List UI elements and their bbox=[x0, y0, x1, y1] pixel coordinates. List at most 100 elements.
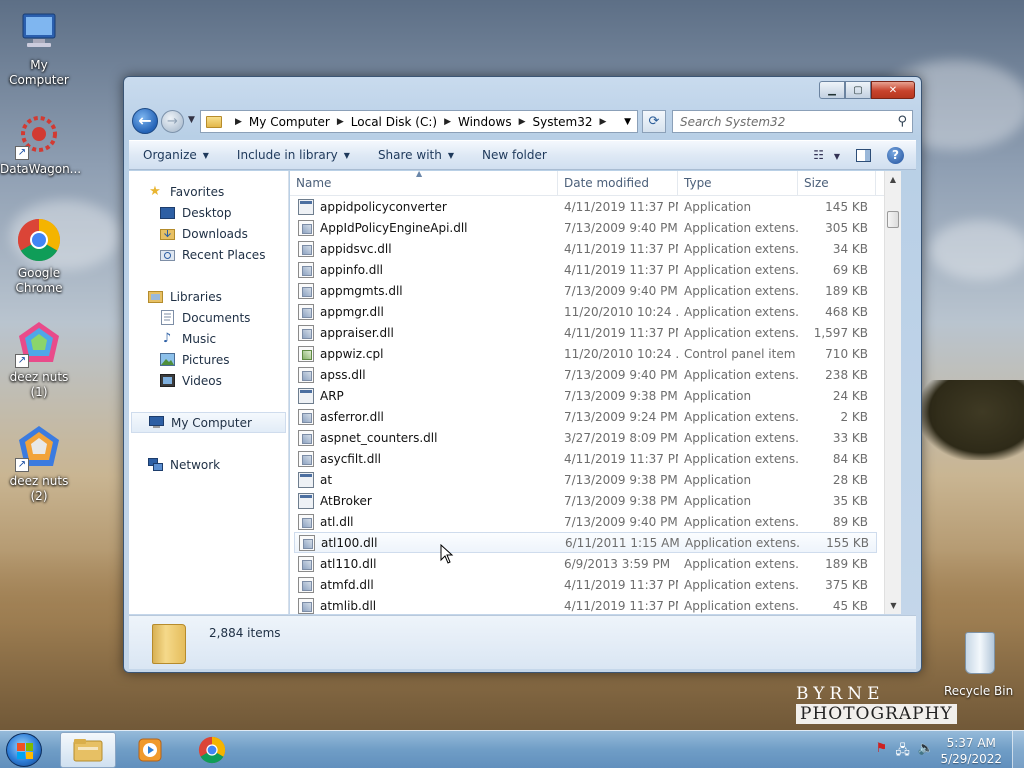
file-row[interactable]: appraiser.dll 4/11/2019 11:37 PM Applicati… bbox=[294, 322, 877, 343]
taskbar-clock[interactable]: 5:37 AM 5/29/2022 bbox=[940, 735, 1002, 767]
scrollbar-thumb[interactable] bbox=[887, 211, 899, 228]
watermark-text: PHOTOGRAPHY bbox=[796, 704, 957, 724]
file-row[interactable]: asferror.dll 7/13/2009 9:24 PM Application… bbox=[294, 406, 877, 427]
file-name-cell: atl.dll bbox=[294, 513, 558, 530]
details-view-icon: ☷ bbox=[813, 148, 825, 162]
breadcrumb-separator-icon[interactable]: ▶ bbox=[444, 117, 451, 127]
desktop-icon-recycle-bin[interactable] bbox=[940, 632, 1020, 676]
file-row[interactable]: AppIdPolicyEngineApi.dll 7/13/2009 9:40 P… bbox=[294, 217, 877, 238]
back-button[interactable]: ← bbox=[132, 108, 158, 134]
column-header-type[interactable]: Type bbox=[678, 171, 798, 196]
search-input[interactable] bbox=[673, 111, 883, 132]
share-with-button[interactable]: Share with ▼ bbox=[364, 148, 468, 162]
nav-libraries[interactable]: Libraries bbox=[129, 286, 288, 307]
desktop-icon-deez-nuts-1[interactable]: ↗ deez nuts (1) bbox=[0, 320, 78, 400]
taskbar-media-player-button[interactable] bbox=[122, 732, 178, 768]
file-size: 1,597 KB bbox=[813, 325, 868, 340]
desktop-icon-deez-nuts-2[interactable]: ↗ deez nuts (2) bbox=[0, 424, 78, 504]
file-size: 189 KB bbox=[825, 283, 868, 298]
start-button[interactable] bbox=[6, 733, 42, 767]
nav-item-downloads[interactable]: Downloads bbox=[129, 223, 288, 244]
file-name-cell: at bbox=[294, 471, 558, 488]
breadcrumb-local-disk[interactable]: Local Disk (C:) bbox=[351, 115, 437, 129]
file-row[interactable]: atl110.dll 6/9/2013 3:59 PM Application ex… bbox=[294, 553, 877, 574]
recent-pages-dropdown[interactable]: ▼ bbox=[188, 115, 195, 125]
new-folder-button[interactable]: New folder bbox=[468, 148, 561, 162]
nav-favorites[interactable]: ★ Favorites bbox=[129, 181, 288, 202]
forward-button[interactable]: → bbox=[161, 110, 184, 133]
file-date: 4/11/2019 11:37 PM bbox=[564, 577, 678, 592]
file-row[interactable]: appmgmts.dll 7/13/2009 9:40 PM Application… bbox=[294, 280, 877, 301]
minimize-button[interactable]: ▁ bbox=[819, 81, 845, 99]
address-dropdown-icon[interactable]: ▼ bbox=[624, 117, 631, 127]
address-bar[interactable]: ▶ My Computer ▶ Local Disk (C:) ▶ Window… bbox=[200, 110, 638, 133]
file-row[interactable]: at 7/13/2009 9:38 PM Application 28 KB bbox=[294, 469, 877, 490]
file-row[interactable]: aspnet_counters.dll 3/27/2019 8:09 PM Appl… bbox=[294, 427, 877, 448]
taskbar-chrome-button[interactable] bbox=[184, 732, 240, 768]
breadcrumb-windows[interactable]: Windows bbox=[458, 115, 512, 129]
action-center-flag-icon[interactable]: ⚑ bbox=[876, 741, 888, 763]
nav-label: Music bbox=[182, 331, 217, 346]
nav-network[interactable]: Network bbox=[129, 454, 288, 475]
file-row[interactable]: appidpolicyconverter 4/11/2019 11:37 PM Ap… bbox=[294, 196, 877, 217]
recycle-bin-label: Recycle Bin bbox=[944, 684, 1014, 698]
file-row[interactable]: appwiz.cpl 11/20/2010 10:24 ... Control pa… bbox=[294, 343, 877, 364]
vertical-scrollbar[interactable]: ▲ ▼ bbox=[884, 171, 901, 614]
nav-item-music[interactable]: ♪ Music bbox=[129, 328, 288, 349]
nav-item-recent-places[interactable]: Recent Places bbox=[129, 244, 288, 265]
column-header-size[interactable]: Size bbox=[798, 171, 876, 196]
close-button[interactable]: ✕ bbox=[871, 81, 915, 99]
file-name: atmfd.dll bbox=[320, 577, 374, 592]
network-tray-icon[interactable]: 🖧 bbox=[895, 741, 910, 763]
breadcrumb-separator-icon[interactable]: ▶ bbox=[337, 117, 344, 127]
exe-file-icon bbox=[298, 198, 314, 215]
breadcrumb-my-computer[interactable]: My Computer bbox=[249, 115, 330, 129]
file-name: appwiz.cpl bbox=[320, 346, 384, 361]
breadcrumb-separator-icon[interactable]: ▶ bbox=[600, 117, 607, 127]
refresh-button[interactable]: ⟳ bbox=[642, 110, 666, 133]
nav-item-desktop[interactable]: Desktop bbox=[129, 202, 288, 223]
breadcrumb-separator-icon[interactable]: ▶ bbox=[519, 117, 526, 127]
file-row[interactable]: appinfo.dll 4/11/2019 11:37 PM Application… bbox=[294, 259, 877, 280]
desktop-icon-my-computer[interactable]: My Computer bbox=[0, 8, 78, 88]
file-row[interactable]: atmlib.dll 4/11/2019 11:37 PM Application … bbox=[294, 595, 877, 614]
nav-item-videos[interactable]: Videos bbox=[129, 370, 288, 391]
column-header-name[interactable]: ▲ Name bbox=[290, 171, 558, 196]
search-icon[interactable]: ⚲ bbox=[897, 114, 907, 129]
nav-item-documents[interactable]: Documents bbox=[129, 307, 288, 328]
libraries-icon bbox=[147, 289, 163, 305]
volume-icon[interactable]: 🔈 bbox=[918, 741, 934, 763]
breadcrumb-separator-icon[interactable]: ▶ bbox=[235, 117, 242, 127]
nav-network-group: Network bbox=[129, 454, 288, 475]
breadcrumb-system32[interactable]: System32 bbox=[533, 115, 593, 129]
file-row[interactable]: appidsvc.dll 4/11/2019 11:37 PM Applicatio… bbox=[294, 238, 877, 259]
desktop-icon-datawagon[interactable]: ↗ DataWagon... bbox=[0, 112, 81, 177]
nav-my-computer[interactable]: My Computer bbox=[131, 412, 286, 433]
column-header-date-modified[interactable]: Date modified bbox=[558, 171, 678, 196]
organize-button[interactable]: Organize ▼ bbox=[129, 148, 223, 162]
maximize-button[interactable]: ▢ bbox=[845, 81, 871, 99]
file-row[interactable]: appmgr.dll 11/20/2010 10:24 ... Applicatio… bbox=[294, 301, 877, 322]
nav-computer-group: My Computer bbox=[129, 412, 288, 433]
scroll-down-icon[interactable]: ▼ bbox=[885, 597, 901, 614]
help-icon[interactable]: ? bbox=[887, 146, 904, 164]
change-view-button[interactable]: ☷ ▼ bbox=[813, 148, 840, 162]
file-row[interactable]: atl.dll 7/13/2009 9:40 PM Application exte… bbox=[294, 511, 877, 532]
dll-file-icon bbox=[298, 555, 314, 572]
scroll-up-icon[interactable]: ▲ bbox=[885, 171, 901, 188]
file-row[interactable]: atmfd.dll 4/11/2019 11:37 PM Application e… bbox=[294, 574, 877, 595]
minimize-icon: ▁ bbox=[828, 84, 836, 96]
nav-label: Favorites bbox=[170, 184, 225, 199]
file-row[interactable]: atl100.dll 6/11/2011 1:15 AM Application e… bbox=[294, 532, 877, 553]
sort-ascending-icon: ▲ bbox=[416, 171, 423, 178]
include-in-library-button[interactable]: Include in library ▼ bbox=[223, 148, 364, 162]
preview-pane-icon[interactable] bbox=[856, 148, 871, 162]
desktop-icon-chrome[interactable]: Google Chrome bbox=[0, 216, 78, 296]
file-row[interactable]: ARP 7/13/2009 9:38 PM Application 24 KB bbox=[294, 385, 877, 406]
file-row[interactable]: apss.dll 7/13/2009 9:40 PM Application ext… bbox=[294, 364, 877, 385]
nav-item-pictures[interactable]: Pictures bbox=[129, 349, 288, 370]
file-row[interactable]: AtBroker 7/13/2009 9:38 PM Application 35 K… bbox=[294, 490, 877, 511]
file-row[interactable]: asycfilt.dll 4/11/2019 11:37 PM Applicatio… bbox=[294, 448, 877, 469]
taskbar-explorer-button[interactable] bbox=[60, 732, 116, 768]
show-desktop-button[interactable] bbox=[1012, 731, 1024, 768]
